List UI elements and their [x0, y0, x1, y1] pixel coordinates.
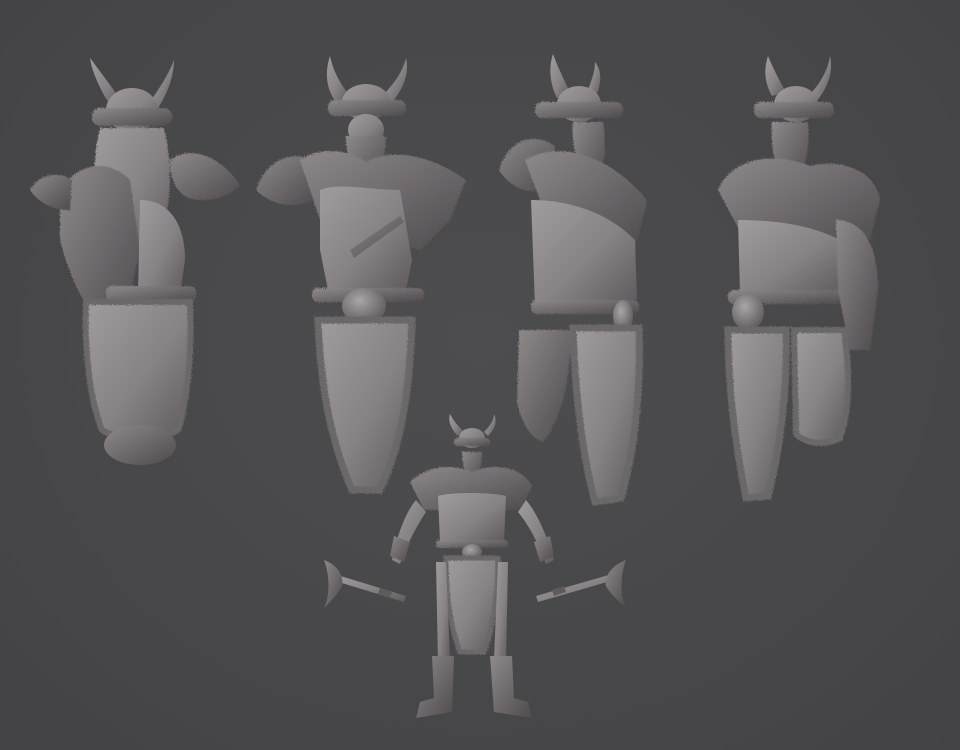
sculpt-turnaround-canvas	[0, 0, 960, 750]
bare-torso	[320, 186, 412, 290]
torso	[438, 493, 506, 542]
helmet-fur-band	[328, 100, 406, 116]
helmet-fur-band	[754, 102, 834, 118]
loincloth-front	[569, 324, 643, 506]
helmet-fur-band	[454, 438, 490, 446]
axe-left	[320, 556, 410, 612]
axe-blade	[605, 560, 626, 608]
axe-right	[530, 556, 630, 612]
belt-boss	[732, 294, 764, 330]
wolf-head-right	[170, 153, 240, 200]
loincloth-hem	[104, 425, 176, 465]
loincloth-back	[82, 299, 194, 442]
horn-right	[484, 414, 496, 436]
bust-three-quarter-right-view	[710, 50, 890, 510]
wolf-head-left	[30, 174, 72, 210]
bust-back-view	[20, 50, 250, 480]
loincloth-front	[724, 326, 790, 502]
axe-handle	[536, 574, 614, 602]
axe-handle	[332, 574, 406, 602]
loincloth	[443, 555, 501, 655]
axe-wrap	[378, 588, 392, 598]
boot-left	[416, 656, 454, 718]
loincloth-side	[790, 327, 852, 446]
back-torso	[138, 200, 185, 295]
axe-blade	[324, 560, 343, 608]
boot-right	[490, 656, 532, 718]
helmet-fur-band	[535, 102, 623, 118]
helmet-fur-band	[92, 108, 172, 126]
